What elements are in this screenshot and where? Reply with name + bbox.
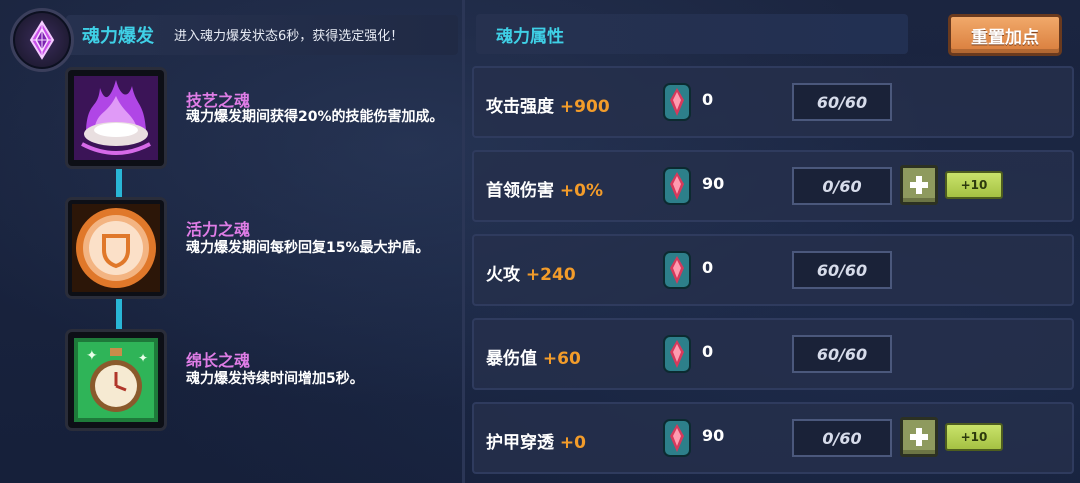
soul-gem-icon (663, 419, 691, 457)
soul-attributes-title: 魂力属性 (496, 27, 564, 47)
purple-flame-shell-icon[interactable] (68, 70, 164, 166)
soul-gem-icon (663, 83, 691, 121)
soul-name: 活力之魂 (186, 220, 251, 239)
orange-shield-orb-icon[interactable] (68, 200, 164, 296)
soul-burst-title: 魂力爆发 (82, 26, 154, 47)
reset-points-button[interactable]: 重置加点 (948, 14, 1062, 56)
attribute-row: 攻击强度 +900 0 60/60 (472, 66, 1074, 138)
attribute-label: 暴伤值 +60 (486, 349, 581, 369)
soul-attributes-header: 魂力属性 (476, 14, 908, 54)
soul-burst-panel: 魂力爆发 进入魂力爆发状态6秒，获得选定强化！ 技艺之魂 魂力爆发期间获得20%… (0, 0, 462, 483)
soul-connector (116, 160, 122, 204)
attribute-level: 0/60 (792, 167, 892, 205)
attribute-bonus: +0 (559, 433, 586, 453)
attribute-row: 护甲穿透 +0 90 0/60 +10 (472, 402, 1074, 474)
soul-gem-icon (663, 167, 691, 205)
svg-text:✦: ✦ (138, 351, 148, 365)
attribute-row: 暴伤值 +60 0 60/60 (472, 318, 1074, 390)
soul-crystal-icon (10, 8, 74, 72)
attribute-points: 90 (702, 426, 725, 445)
attribute-label: 攻击强度 +900 (486, 97, 610, 117)
add-ten-points-button[interactable]: +10 (945, 423, 1003, 451)
plus-icon (910, 176, 928, 194)
attribute-points: 0 (702, 90, 714, 109)
green-stopwatch-icon[interactable]: ✦ ✦ (68, 332, 164, 428)
attribute-bonus: +900 (559, 97, 610, 117)
plus-icon (910, 428, 928, 446)
attribute-level: 60/60 (792, 83, 892, 121)
attribute-bonus: +0% (559, 181, 604, 201)
soul-description: 魂力爆发持续时间增加5秒。 (186, 371, 364, 387)
soul-description: 魂力爆发期间获得20%的技能伤害加成。 (186, 109, 444, 125)
add-point-button[interactable] (900, 417, 938, 457)
soul-description: 魂力爆发期间每秒回复15%最大护盾。 (186, 240, 430, 256)
attribute-row: 首领伤害 +0% 90 0/60 +10 (472, 150, 1074, 222)
attribute-bonus: +60 (542, 349, 581, 369)
soul-burst-header: 魂力爆发 进入魂力爆发状态6秒，获得选定强化！ (66, 15, 458, 55)
attribute-label: 护甲穿透 +0 (486, 433, 586, 453)
attribute-points: 0 (702, 258, 714, 277)
soul-name: 绵长之魂 (186, 351, 251, 370)
soul-burst-description: 进入魂力爆发状态6秒，获得选定强化！ (174, 29, 404, 44)
add-ten-points-button[interactable]: +10 (945, 171, 1003, 199)
attribute-points: 90 (702, 174, 725, 193)
attribute-points: 0 (702, 342, 714, 361)
soul-gem-icon (663, 251, 691, 289)
add-point-button[interactable] (900, 165, 938, 205)
panel-divider (462, 0, 465, 483)
attribute-level: 60/60 (792, 335, 892, 373)
soul-connector (116, 296, 122, 332)
attribute-label: 火攻 +240 (486, 265, 576, 285)
soul-gem-icon (663, 335, 691, 373)
attribute-level: 60/60 (792, 251, 892, 289)
attribute-label: 首领伤害 +0% (486, 181, 604, 201)
svg-text:✦: ✦ (86, 348, 98, 364)
attribute-level: 0/60 (792, 419, 892, 457)
attribute-row: 火攻 +240 0 60/60 (472, 234, 1074, 306)
attribute-bonus: +240 (525, 265, 576, 285)
